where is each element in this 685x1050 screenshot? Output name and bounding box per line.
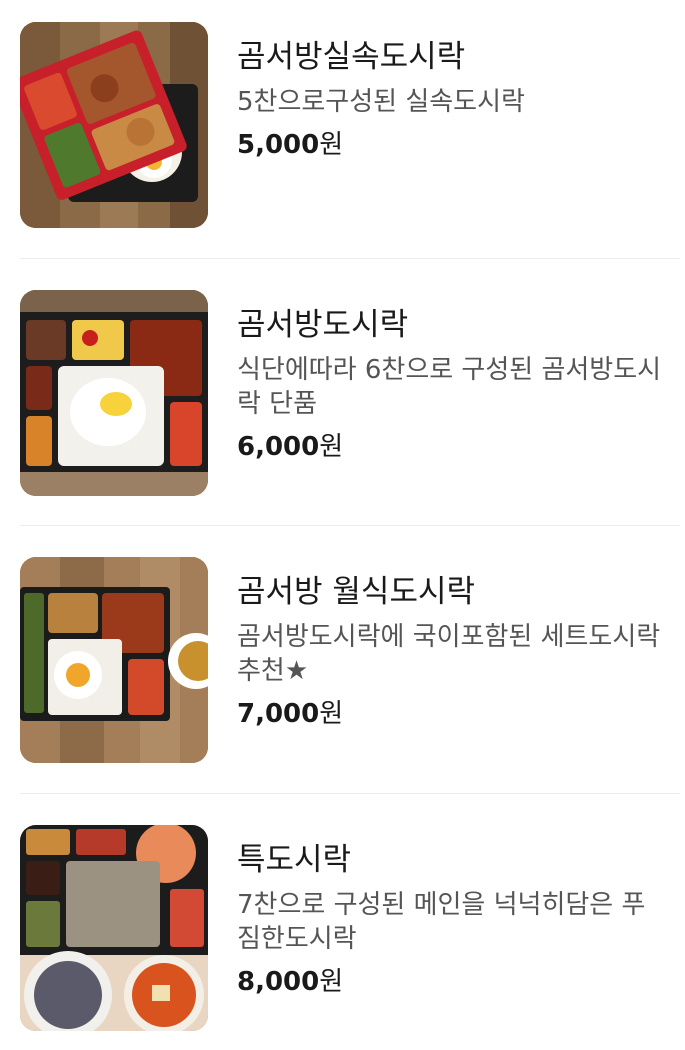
- menu-item-photo: [20, 290, 208, 496]
- price-unit: 원: [319, 699, 344, 729]
- menu-item-name: 특도시락: [237, 842, 352, 878]
- price-amount: 5,000: [237, 130, 320, 160]
- price-amount: 7,000: [237, 699, 320, 729]
- menu-item-name: 곰서방도시락: [237, 307, 409, 343]
- menu-item-price: 5,000원: [237, 127, 667, 163]
- price-unit: 원: [319, 130, 344, 160]
- menu-item-description: 식단에따라 6찬으로 구성된 곰서방도시락 단품: [237, 355, 662, 419]
- menu-item-info: 특도시락 7찬으로 구성된 메인을 넉넉히담은 푸짐한도시락 8,000원: [237, 840, 667, 1000]
- price-unit: 원: [319, 967, 344, 997]
- menu-item-name: 곰서방 월식도시락: [237, 574, 476, 610]
- menu-item-info: 곰서방실속도시락 5찬으로구성된 실속도시락 5,000원: [237, 37, 667, 163]
- menu-item-price: 6,000원: [237, 429, 667, 465]
- price-amount: 8,000: [237, 967, 320, 997]
- menu-item-photo: [20, 22, 208, 228]
- menu-item-info: 곰서방 월식도시락 곰서방도시락에 국이포함된 세트도시락 추천★ 7,000원: [237, 572, 667, 732]
- menu-item-description: 5찬으로구성된 실속도시락: [237, 87, 525, 117]
- price-amount: 6,000: [237, 432, 320, 462]
- divider: [20, 793, 680, 794]
- menu-list: 곰서방실속도시락 5찬으로구성된 실속도시락 5,000원 곰서방도시락 식단에…: [0, 0, 685, 1050]
- menu-item-description: 7찬으로 구성된 메인을 넉넉히담은 푸짐한도시락: [237, 890, 646, 954]
- price-unit: 원: [319, 432, 344, 462]
- menu-item-price: 7,000원: [237, 696, 667, 732]
- menu-item-gomseobang-dosirak[interactable]: 곰서방도시락 식단에따라 6찬으로 구성된 곰서방도시락 단품 6,000원: [0, 268, 685, 526]
- menu-item-teuk-dosirak[interactable]: 특도시락 7찬으로 구성된 메인을 넉넉히담은 푸짐한도시락 8,000원: [0, 803, 685, 1050]
- menu-item-photo: [20, 557, 208, 763]
- menu-item-name: 곰서방실속도시락: [237, 39, 466, 75]
- menu-item-wolsik-dosirak[interactable]: 곰서방 월식도시락 곰서방도시락에 국이포함된 세트도시락 추천★ 7,000원: [0, 535, 685, 793]
- menu-item-description: 곰서방도시락에 국이포함된 세트도시락 추천★: [237, 622, 661, 686]
- divider: [20, 258, 680, 259]
- menu-item-photo: [20, 825, 208, 1031]
- menu-item-price: 8,000원: [237, 964, 667, 1000]
- menu-item-info: 곰서방도시락 식단에따라 6찬으로 구성된 곰서방도시락 단품 6,000원: [237, 305, 667, 465]
- menu-item-silsok-dosirak[interactable]: 곰서방실속도시락 5찬으로구성된 실속도시락 5,000원: [0, 0, 685, 258]
- divider: [20, 525, 680, 526]
